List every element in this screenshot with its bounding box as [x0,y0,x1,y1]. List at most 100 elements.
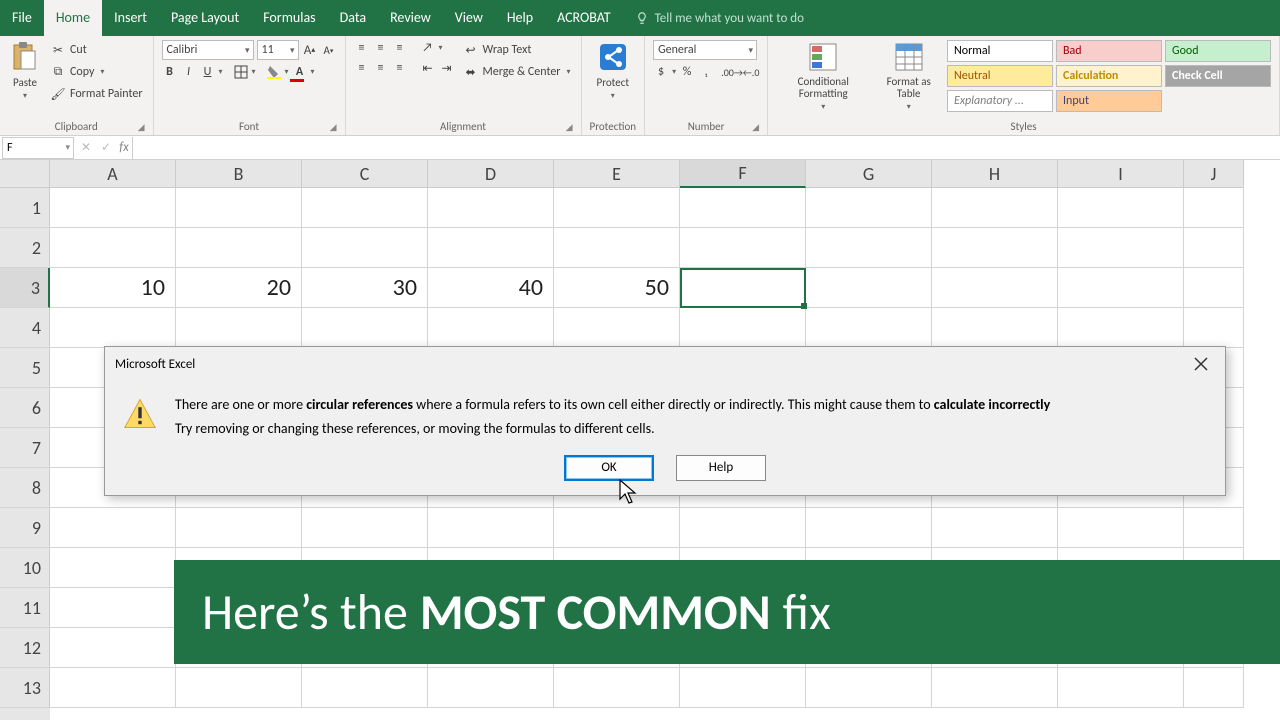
cell-F2[interactable] [680,228,806,268]
cell-style-good[interactable]: Good [1165,40,1271,62]
cell-J4[interactable] [1184,308,1244,348]
row-header-5[interactable]: 5 [0,348,50,388]
row-header-11[interactable]: 11 [0,588,50,628]
row-header-2[interactable]: 2 [0,228,50,268]
cell-J2[interactable] [1184,228,1244,268]
row-header-4[interactable]: 4 [0,308,50,348]
italic-button[interactable]: I [181,64,197,80]
cell-G3[interactable] [806,268,932,308]
cell-J1[interactable] [1184,188,1244,228]
cell-G2[interactable] [806,228,932,268]
cell-J13[interactable] [1184,668,1244,708]
cell-D4[interactable] [428,308,554,348]
cell-E13[interactable] [554,668,680,708]
number-format-select[interactable]: General [653,40,757,60]
cell-J9[interactable] [1184,508,1244,548]
fx-icon[interactable]: fx [116,140,132,155]
cell-D1[interactable] [428,188,554,228]
accounting-format-icon[interactable]: $ [653,64,669,80]
column-header-A[interactable]: A [50,160,176,188]
name-box[interactable]: F [2,137,74,159]
row-header-3[interactable]: 3 [0,268,50,308]
format-as-table-button[interactable]: Format as Table▾ [876,40,941,112]
cell-H3[interactable] [932,268,1058,308]
cell-styles-gallery[interactable]: NormalBadGoodNeutralCalculationCheck Cel… [947,40,1271,112]
cut-button[interactable]: ✂Cut [48,40,145,60]
cell-I1[interactable] [1058,188,1184,228]
cell-style-normal[interactable]: Normal [947,40,1053,62]
cell-style-explanatory-[interactable]: Explanatory ... [947,90,1053,112]
cancel-formula-icon[interactable]: ✕ [81,140,91,155]
cell-F3[interactable] [680,268,806,308]
cell-H4[interactable] [932,308,1058,348]
tab-page-layout[interactable]: Page Layout [159,0,251,36]
align-middle-icon[interactable]: ≡ [373,40,389,56]
cell-C13[interactable] [302,668,428,708]
tab-help[interactable]: Help [495,0,545,36]
cell-style-input[interactable]: Input [1056,90,1162,112]
cell-A12[interactable] [50,628,176,668]
cell-F13[interactable] [680,668,806,708]
cell-E9[interactable] [554,508,680,548]
align-right-icon[interactable]: ≡ [392,60,408,76]
tab-review[interactable]: Review [378,0,443,36]
cell-I4[interactable] [1058,308,1184,348]
row-header-7[interactable]: 7 [0,428,50,468]
orientation-icon[interactable]: ↗ [420,40,436,56]
cell-B4[interactable] [176,308,302,348]
cell-style-calculation[interactable]: Calculation [1056,65,1162,87]
align-bottom-icon[interactable]: ≡ [392,40,408,56]
increase-decimal-icon[interactable]: .00→ [724,64,740,80]
align-center-icon[interactable]: ≡ [373,60,389,76]
cell-D3[interactable]: 40 [428,268,554,308]
wrap-text-button[interactable]: ↩Wrap Text [461,40,573,60]
cell-A2[interactable] [50,228,176,268]
row-header-9[interactable]: 9 [0,508,50,548]
cell-D13[interactable] [428,668,554,708]
cell-H1[interactable] [932,188,1058,228]
cell-C9[interactable] [302,508,428,548]
select-all-corner[interactable] [0,160,50,188]
comma-format-icon[interactable]: ٜ, [698,64,714,80]
cell-B13[interactable] [176,668,302,708]
protect-button[interactable]: Protect ▾ [596,40,630,101]
dialog-close-button[interactable] [1187,350,1215,378]
cell-D9[interactable] [428,508,554,548]
merge-center-button[interactable]: ⬌Merge & Center▾ [461,62,573,82]
dialog-launcher-icon[interactable]: ◢ [752,122,759,133]
cell-G4[interactable] [806,308,932,348]
cell-G9[interactable] [806,508,932,548]
borders-button[interactable] [233,64,249,80]
font-size-select[interactable]: 11 [257,40,299,60]
cell-A11[interactable] [50,588,176,628]
cell-J3[interactable] [1184,268,1244,308]
row-header-12[interactable]: 12 [0,628,50,668]
row-header-6[interactable]: 6 [0,388,50,428]
cell-style-bad[interactable]: Bad [1056,40,1162,62]
row-header-1[interactable]: 1 [0,188,50,228]
cell-A10[interactable] [50,548,176,588]
cell-E4[interactable] [554,308,680,348]
cell-B3[interactable]: 20 [176,268,302,308]
tab-file[interactable]: File [0,0,44,36]
formula-input[interactable] [132,137,1280,159]
cell-C3[interactable]: 30 [302,268,428,308]
tell-me-search[interactable]: Tell me what you want to do [623,0,1280,36]
enter-formula-icon[interactable]: ✓ [101,140,111,155]
row-header-10[interactable]: 10 [0,548,50,588]
cell-F9[interactable] [680,508,806,548]
increase-font-icon[interactable]: A▴ [302,42,318,58]
column-header-G[interactable]: G [806,160,932,188]
cell-I9[interactable] [1058,508,1184,548]
decrease-font-icon[interactable]: A▾ [321,42,337,58]
tab-view[interactable]: View [443,0,495,36]
cell-E2[interactable] [554,228,680,268]
cell-A3[interactable]: 10 [50,268,176,308]
cell-C1[interactable] [302,188,428,228]
cell-E1[interactable] [554,188,680,228]
dialog-help-button[interactable]: Help [676,455,766,481]
tab-acrobat[interactable]: ACROBAT [545,0,623,36]
cell-F1[interactable] [680,188,806,228]
tab-formulas[interactable]: Formulas [251,0,327,36]
percent-format-icon[interactable]: % [679,64,695,80]
